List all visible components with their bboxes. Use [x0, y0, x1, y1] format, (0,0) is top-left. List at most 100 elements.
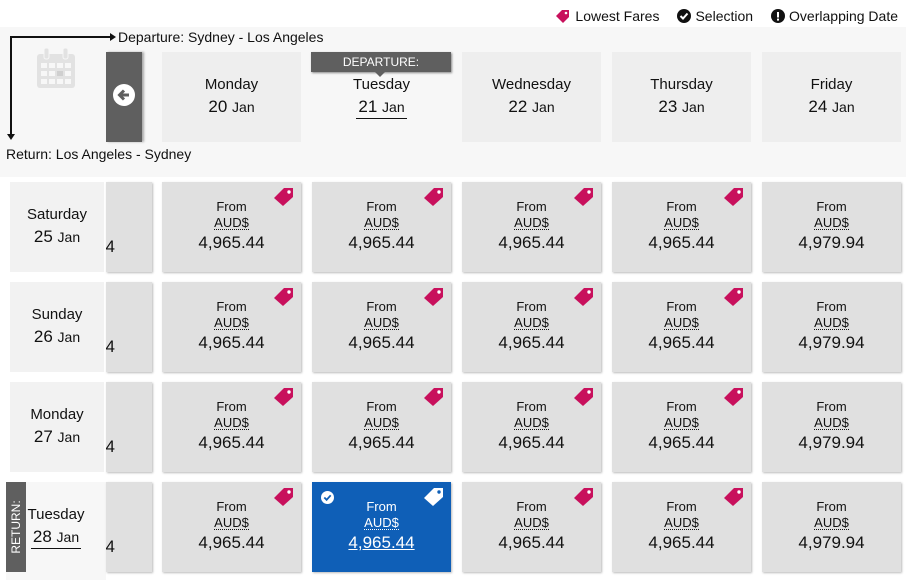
departure-date-2[interactable]: Wednesday 22 Jan	[462, 52, 601, 142]
fare-price: 4,965.44	[198, 533, 265, 552]
fare-currency: AUD$	[814, 315, 849, 330]
fare-currency: AUD$	[814, 415, 849, 430]
lowest-fare-tag-icon	[423, 487, 445, 510]
fare-cell[interactable]: From AUD$ 4,979.94	[762, 382, 901, 472]
fare-cell[interactable]: From AUD$ 4,965.44	[312, 482, 451, 572]
fare-cell-partial[interactable]: 4	[106, 382, 152, 472]
fare-from: From	[816, 399, 847, 414]
legend-selection: Selection	[677, 8, 753, 26]
lowest-fare-tag-icon	[723, 187, 745, 210]
arrow-left-circle-icon	[113, 83, 135, 111]
fare-currency: AUD$	[214, 315, 249, 330]
day-name: Tuesday	[353, 76, 410, 93]
tag-icon	[555, 9, 571, 26]
day-name: Monday	[30, 406, 84, 423]
departure-date-4[interactable]: Friday 24 Jan	[762, 52, 901, 142]
fare-cell-partial[interactable]: 4	[106, 482, 152, 572]
fare-cell[interactable]: From AUD$ 4,965.44	[162, 282, 301, 372]
fare-cell[interactable]: From AUD$ 4,965.44	[612, 182, 751, 272]
fare-price: 4,979.94	[798, 533, 865, 552]
fare-cell[interactable]: From AUD$ 4,965.44	[462, 382, 601, 472]
fare-price: 4,965.44	[348, 433, 415, 452]
fare-currency: AUD$	[814, 515, 849, 530]
lowest-fare-tag-icon	[723, 287, 745, 310]
legend-lowest-fares: Lowest Fares	[555, 8, 659, 26]
fare-currency: AUD$	[514, 415, 549, 430]
check-circle-icon	[677, 8, 692, 26]
check-circle-icon	[321, 491, 334, 507]
fare-price: 4,965.44	[348, 333, 415, 352]
fare-cell[interactable]: From AUD$ 4,965.44	[312, 382, 451, 472]
fare-currency: AUD$	[364, 215, 399, 230]
lowest-fare-tag-icon	[723, 387, 745, 410]
fare-from: From	[816, 299, 847, 314]
fare-currency: AUD$	[364, 515, 399, 530]
previous-dates-button[interactable]	[106, 52, 142, 142]
departure-date-3[interactable]: Thursday 23 Jan	[612, 52, 751, 142]
day-name: Thursday	[650, 76, 713, 93]
fare-price: 4,965.44	[198, 333, 265, 352]
return-date-1[interactable]: Sunday 26 Jan	[10, 282, 104, 372]
fare-currency: AUD$	[664, 215, 699, 230]
fare-cell[interactable]: From AUD$ 4,979.94	[762, 282, 901, 372]
lowest-fare-tag-icon	[573, 187, 595, 210]
departure-date-0[interactable]: Monday 20 Jan	[162, 52, 301, 142]
fare-price: 4,965.44	[648, 233, 715, 252]
fare-currency: AUD$	[514, 215, 549, 230]
return-date-2[interactable]: Monday 27 Jan	[10, 382, 104, 472]
fare-from: From	[816, 199, 847, 214]
fare-currency: AUD$	[664, 415, 699, 430]
lowest-fare-tag-icon	[723, 487, 745, 510]
lowest-fare-tag-icon	[423, 387, 445, 410]
fare-price: 4,965.44	[198, 233, 265, 252]
fare-cell[interactable]: From AUD$ 4,979.94	[762, 182, 901, 272]
exclamation-circle-icon	[771, 8, 786, 26]
lowest-fare-tag-icon	[423, 287, 445, 310]
fare-cell[interactable]: From AUD$ 4,965.44	[612, 482, 751, 572]
fare-currency: AUD$	[364, 415, 399, 430]
fare-cell[interactable]: From AUD$ 4,965.44	[462, 282, 601, 372]
fare-price: 4,979.94	[798, 333, 865, 352]
fare-cell[interactable]: From AUD$ 4,965.44	[312, 182, 451, 272]
fare-currency: AUD$	[214, 515, 249, 530]
fare-price: 4,965.44	[348, 233, 415, 252]
fare-cell[interactable]: From AUD$ 4,965.44	[462, 182, 601, 272]
departure-route-label: Departure: Sydney - Los Angeles	[118, 29, 324, 45]
return-date-0[interactable]: Saturday 25 Jan	[10, 182, 104, 272]
fare-price: 4,965.44	[648, 433, 715, 452]
fare-from: From	[816, 499, 847, 514]
fare-currency: AUD$	[214, 215, 249, 230]
day-name: Sunday	[31, 306, 83, 323]
day-name: Wednesday	[492, 76, 571, 93]
fare-currency: AUD$	[214, 415, 249, 430]
fare-cell[interactable]: From AUD$ 4,965.44	[462, 482, 601, 572]
fare-cell[interactable]: From AUD$ 4,965.44	[612, 382, 751, 472]
legend: Lowest Fares Selection Overlapping Date	[555, 8, 898, 26]
fare-cell[interactable]: From AUD$ 4,965.44	[312, 282, 451, 372]
fare-cell[interactable]: From AUD$ 4,965.44	[162, 482, 301, 572]
fare-price: 4,979.94	[798, 233, 865, 252]
fare-price: 4,965.44	[348, 533, 415, 552]
fare-price: 4,965.44	[198, 433, 265, 452]
fare-cell[interactable]: From AUD$ 4,979.94	[762, 482, 901, 572]
lowest-fare-tag-icon	[573, 287, 595, 310]
fare-price: 4,965.44	[498, 233, 565, 252]
fare-price: 4,979.94	[798, 433, 865, 452]
return-route-label: Return: Los Angeles - Sydney	[6, 146, 192, 162]
fare-cell-partial[interactable]: 4	[106, 182, 152, 272]
fare-cell-partial[interactable]: 4	[106, 282, 152, 372]
return-arrow	[10, 36, 12, 134]
day-name: Friday	[810, 76, 853, 93]
calendar-icon	[37, 47, 75, 93]
day-name: Saturday	[26, 206, 88, 223]
departure-date-1[interactable]: Tuesday 21 Jan	[312, 52, 451, 142]
fare-cell[interactable]: From AUD$ 4,965.44	[162, 182, 301, 272]
fare-currency: AUD$	[664, 515, 699, 530]
fare-price: 4,965.44	[648, 533, 715, 552]
fare-cell[interactable]: From AUD$ 4,965.44	[612, 282, 751, 372]
fare-price: 4,965.44	[648, 333, 715, 352]
fare-currency: AUD$	[364, 315, 399, 330]
fare-currency: AUD$	[514, 515, 549, 530]
fare-price: 4,965.44	[498, 533, 565, 552]
fare-cell[interactable]: From AUD$ 4,965.44	[162, 382, 301, 472]
